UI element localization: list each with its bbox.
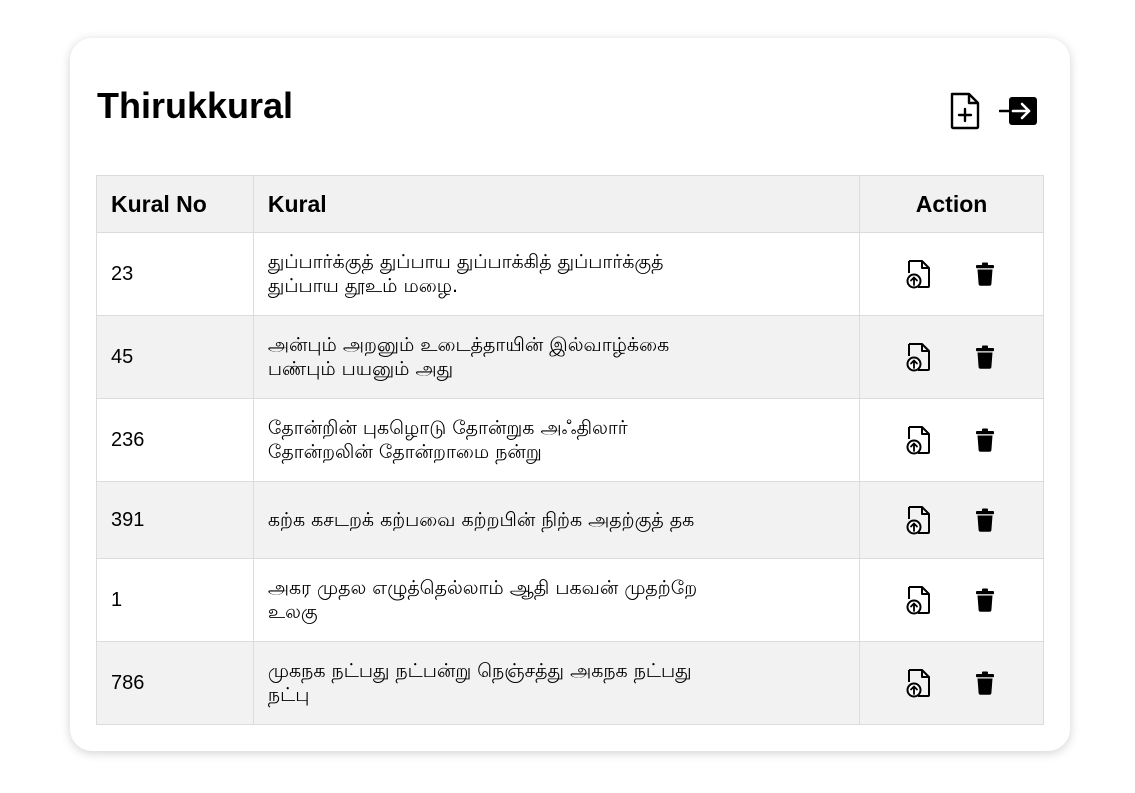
delete-button[interactable] <box>970 505 1000 535</box>
kural-no-cell: 236 <box>96 398 254 482</box>
kural-no-cell: 23 <box>96 232 254 316</box>
action-cell <box>859 398 1044 482</box>
delete-button[interactable] <box>970 668 1000 698</box>
trash-icon <box>975 588 994 612</box>
kural-table: Kural No Kural Action 23 துப்பார்க்குத் … <box>96 175 1044 725</box>
kural-line-1: முகநக நட்பது நட்பன்று நெஞ்சத்து அகநக நட்… <box>267 660 692 682</box>
kural-line-2: பண்பும் பயனும் அது <box>267 358 454 380</box>
kural-card: Thirukkural Kural No Kural Action 23 துப… <box>70 38 1070 751</box>
file-add-icon <box>950 92 980 130</box>
kural-text-cell: அகர முதல எழுத்தெல்லாம் ஆதி பகவன் முதற்றே… <box>252 558 861 642</box>
kural-no-cell: 45 <box>96 315 254 399</box>
file-upload-icon <box>906 343 930 372</box>
action-cell <box>859 558 1044 642</box>
upload-file-button[interactable] <box>904 585 934 615</box>
action-cell <box>859 481 1044 559</box>
header-action: Action <box>859 175 1044 233</box>
upload-file-button[interactable] <box>904 505 934 535</box>
kural-line-1: துப்பார்க்குத் துப்பாய துப்பாக்கித் துப்… <box>267 251 664 273</box>
top-actions <box>944 90 1040 132</box>
kural-line-1: கற்க கசடறக் கற்பவை கற்றபின் நிற்க அதற்கு… <box>267 509 695 531</box>
kural-line-2: துப்பாய தூஉம் மழை. <box>267 275 459 297</box>
kural-no-cell: 786 <box>96 641 254 725</box>
file-upload-icon <box>906 506 930 535</box>
action-cell <box>859 641 1044 725</box>
delete-button[interactable] <box>970 259 1000 289</box>
kural-text-cell: கற்க கசடறக் கற்பவை கற்றபின் நிற்க அதற்கு… <box>252 481 861 559</box>
kural-text-cell: முகநக நட்பது நட்பன்று நெஞ்சத்து அகநக நட்… <box>252 641 861 725</box>
table-row: 236 தோன்றின் புகழொடு தோன்றுக அஃதிலார் தோ… <box>96 398 1044 482</box>
header-kural-no: Kural No <box>96 175 254 233</box>
upload-file-button[interactable] <box>904 259 934 289</box>
kural-line-2: நட்பு <box>267 684 310 706</box>
logout-button[interactable] <box>998 90 1040 132</box>
kural-text-cell: தோன்றின் புகழொடு தோன்றுக அஃதிலார் தோன்றல… <box>252 398 861 482</box>
action-cell <box>859 232 1044 316</box>
kural-text-cell: துப்பார்க்குத் துப்பாய துப்பாக்கித் துப்… <box>252 232 861 316</box>
file-upload-icon <box>906 260 930 289</box>
kural-text-cell: அன்பும் அறனும் உடைத்தாயின் இல்வாழ்க்கை ப… <box>252 315 861 399</box>
header-kural: Kural <box>252 175 861 233</box>
table-row: 23 துப்பார்க்குத் துப்பாய துப்பாக்கித் த… <box>96 232 1044 316</box>
file-upload-icon <box>906 426 930 455</box>
add-file-button[interactable] <box>944 90 986 132</box>
kural-line-1: அன்பும் அறனும் உடைத்தாயின் இல்வாழ்க்கை <box>267 334 670 356</box>
trash-icon <box>975 508 994 532</box>
kural-no-cell: 1 <box>96 558 254 642</box>
trash-icon <box>975 345 994 369</box>
upload-file-button[interactable] <box>904 425 934 455</box>
kural-line-1: அகர முதல எழுத்தெல்லாம் ஆதி பகவன் முதற்றே <box>267 577 698 599</box>
table-header-row: Kural No Kural Action <box>96 175 1044 233</box>
file-upload-icon <box>906 669 930 698</box>
delete-button[interactable] <box>970 585 1000 615</box>
table-row: 786 முகநக நட்பது நட்பன்று நெஞ்சத்து அகநக… <box>96 641 1044 725</box>
delete-button[interactable] <box>970 425 1000 455</box>
trash-icon <box>975 262 994 286</box>
delete-button[interactable] <box>970 342 1000 372</box>
kural-line-2: உலகு <box>267 601 318 623</box>
table-row: 1 அகர முதல எழுத்தெல்லாம் ஆதி பகவன் முதற்… <box>96 558 1044 642</box>
page-title: Thirukkural <box>97 85 294 126</box>
trash-icon <box>975 671 994 695</box>
trash-icon <box>975 428 994 452</box>
table-row: 45 அன்பும் அறனும் உடைத்தாயின் இல்வாழ்க்க… <box>96 315 1044 399</box>
file-upload-icon <box>906 586 930 615</box>
upload-file-button[interactable] <box>904 342 934 372</box>
kural-line-1: தோன்றின் புகழொடு தோன்றுக அஃதிலார் <box>267 417 628 439</box>
kural-line-2: தோன்றலின் தோன்றாமை நன்று <box>267 441 542 463</box>
logout-icon <box>999 97 1037 125</box>
table-row: 391 கற்க கசடறக் கற்பவை கற்றபின் நிற்க அத… <box>96 481 1044 559</box>
upload-file-button[interactable] <box>904 668 934 698</box>
kural-no-cell: 391 <box>96 481 254 559</box>
action-cell <box>859 315 1044 399</box>
